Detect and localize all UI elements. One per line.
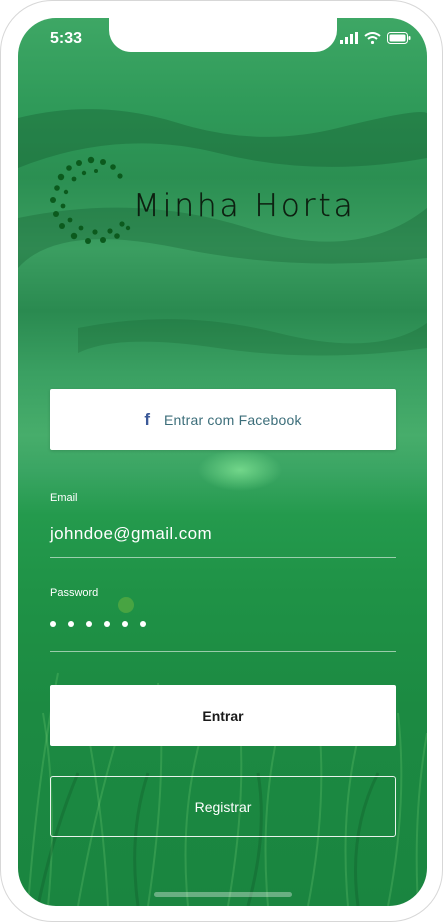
phone-frame: 5:33 Minha Horta f Entrar com Facebook E… xyxy=(0,0,443,922)
notch xyxy=(109,18,337,52)
email-field[interactable]: johndoe@gmail.com xyxy=(50,524,396,544)
password-dot xyxy=(140,621,146,627)
battery-icon xyxy=(387,32,411,44)
email-underline xyxy=(50,557,396,558)
register-button[interactable]: Registrar xyxy=(50,776,396,837)
wifi-icon xyxy=(364,32,381,44)
email-label: Email xyxy=(50,492,78,504)
app-screen: 5:33 Minha Horta f Entrar com Facebook E… xyxy=(18,18,427,906)
facebook-login-button[interactable]: f Entrar com Facebook xyxy=(50,389,396,450)
facebook-icon: f xyxy=(144,410,151,429)
password-dot xyxy=(122,621,128,627)
sunflower-icon xyxy=(118,597,134,613)
login-button[interactable]: Entrar xyxy=(50,685,396,746)
password-dot xyxy=(104,621,110,627)
home-indicator[interactable] xyxy=(154,892,292,897)
password-field[interactable] xyxy=(50,621,396,627)
password-underline xyxy=(50,651,396,652)
brand-name: Minha Horta xyxy=(133,188,356,224)
password-dot xyxy=(68,621,74,627)
status-time: 5:33 xyxy=(50,30,83,47)
password-dot xyxy=(86,621,92,627)
password-dot xyxy=(50,621,56,627)
sky-clouds-image xyxy=(18,109,427,356)
signal-icon xyxy=(340,32,358,44)
facebook-login-label: Entrar com Facebook xyxy=(164,411,302,428)
status-icons xyxy=(340,31,411,45)
password-label: Password xyxy=(50,587,99,599)
logo-dots-icon xyxy=(50,156,131,244)
